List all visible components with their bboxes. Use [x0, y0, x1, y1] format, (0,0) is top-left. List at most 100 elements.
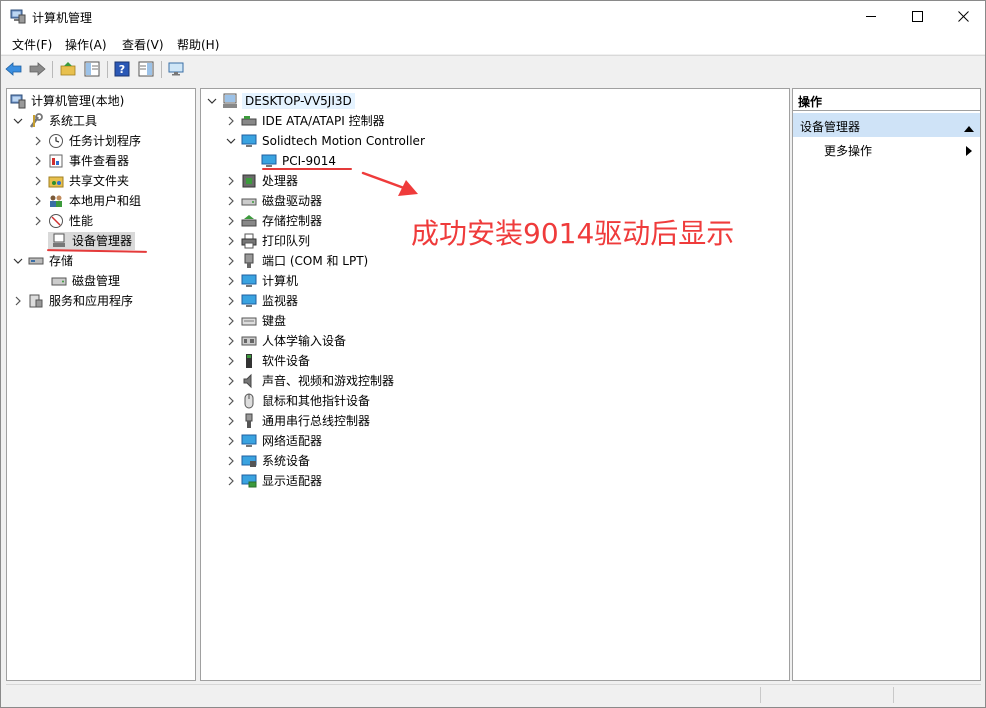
- device-category-disk-drives[interactable]: 磁盘驱动器: [226, 191, 322, 211]
- device-category-software[interactable]: 软件设备: [226, 351, 310, 371]
- chevron-right-icon[interactable]: [33, 156, 43, 166]
- svg-text:?: ?: [119, 63, 125, 76]
- tree-item-system-tools[interactable]: 系统工具: [13, 111, 97, 131]
- chevron-right-icon[interactable]: [226, 356, 236, 366]
- device-category-storage-controllers[interactable]: 存储控制器: [226, 211, 322, 231]
- device-category-usb[interactable]: 通用串行总线控制器: [226, 411, 370, 431]
- maximize-button[interactable]: [894, 1, 940, 32]
- chevron-right-icon[interactable]: [226, 436, 236, 446]
- chevron-right-icon[interactable]: [226, 296, 236, 306]
- chevron-right-icon[interactable]: [33, 216, 43, 226]
- back-arrow-icon[interactable]: [5, 60, 23, 78]
- toolbar-separator: [52, 61, 53, 78]
- forward-arrow-icon[interactable]: [28, 60, 46, 78]
- annotation-arrow-icon: [361, 171, 418, 196]
- device-root[interactable]: DESKTOP-VV5JI3D: [207, 91, 355, 111]
- toolbar-separator: [107, 61, 108, 78]
- chevron-right-icon[interactable]: [226, 316, 236, 326]
- menu-help[interactable]: 帮助(H): [177, 36, 219, 53]
- collapse-up-icon[interactable]: [964, 121, 974, 135]
- device-category-mice[interactable]: 鼠标和其他指针设备: [226, 391, 370, 411]
- close-button[interactable]: [940, 1, 986, 32]
- chevron-right-icon[interactable]: [226, 476, 236, 486]
- menu-view[interactable]: 查看(V): [122, 36, 164, 53]
- annotation-text: 成功安装9014驱动后显示: [411, 217, 735, 250]
- tree-item-root[interactable]: 计算机管理(本地): [10, 91, 124, 111]
- network-adapter-icon: [241, 433, 257, 449]
- device-category-display[interactable]: 显示适配器: [226, 471, 322, 491]
- toolbar: ?: [1, 55, 985, 82]
- help-icon[interactable]: ?: [113, 60, 131, 78]
- device-category-hid[interactable]: 人体学输入设备: [226, 331, 346, 351]
- tree-item-local-users[interactable]: 本地用户和组: [33, 191, 141, 211]
- controller-monitor-icon: [241, 133, 257, 149]
- chevron-right-icon[interactable]: [226, 256, 236, 266]
- chevron-right-icon[interactable]: [226, 456, 236, 466]
- chevron-right-icon[interactable]: [226, 236, 236, 246]
- menu-action[interactable]: 操作(A): [65, 36, 107, 53]
- processor-icon: [241, 173, 257, 189]
- minimize-button[interactable]: [848, 1, 894, 32]
- chevron-right-icon[interactable]: [226, 376, 236, 386]
- device-category-network[interactable]: 网络适配器: [226, 431, 322, 451]
- submenu-arrow-icon[interactable]: [966, 145, 972, 159]
- chevron-down-icon[interactable]: [207, 96, 217, 106]
- monitor-icon[interactable]: [167, 60, 185, 78]
- device-category-sound[interactable]: 声音、视频和游戏控制器: [226, 371, 394, 391]
- computer-icon: [222, 93, 238, 109]
- more-actions-item[interactable]: 更多操作: [824, 142, 872, 159]
- title-bar[interactable]: 计算机管理: [1, 1, 985, 32]
- device-category-computer[interactable]: 计算机: [226, 271, 298, 291]
- chevron-down-icon[interactable]: [13, 116, 23, 126]
- device-category-system[interactable]: 系统设备: [226, 451, 310, 471]
- chevron-right-icon[interactable]: [13, 296, 23, 306]
- chevron-right-icon[interactable]: [226, 336, 236, 346]
- status-bar-divider: [893, 687, 894, 703]
- tree-item-storage[interactable]: 存储: [13, 251, 73, 271]
- device-category-monitors[interactable]: 监视器: [226, 291, 298, 311]
- tree-item-disk-management[interactable]: 磁盘管理: [48, 271, 120, 291]
- chevron-right-icon[interactable]: [33, 136, 43, 146]
- show-hide-action-pane-icon[interactable]: [137, 60, 155, 78]
- chevron-down-icon[interactable]: [226, 136, 236, 146]
- device-category-ide[interactable]: IDE ATA/ATAPI 控制器: [226, 111, 385, 131]
- speaker-icon: [241, 373, 257, 389]
- storage-icon: [28, 253, 44, 269]
- usb-icon: [241, 413, 257, 429]
- chevron-right-icon[interactable]: [226, 416, 236, 426]
- shared-folder-icon: [48, 173, 64, 189]
- actions-section-device-manager[interactable]: 设备管理器: [793, 113, 980, 137]
- device-category-print-queue[interactable]: 打印队列: [226, 231, 310, 251]
- device-category-ports[interactable]: 端口 (COM 和 LPT): [226, 251, 368, 271]
- up-folder-icon[interactable]: [59, 60, 77, 78]
- chevron-right-icon[interactable]: [33, 196, 43, 206]
- tree-item-task-scheduler[interactable]: 任务计划程序: [33, 131, 141, 151]
- chevron-right-icon[interactable]: [226, 276, 236, 286]
- device-category-keyboard[interactable]: 键盘: [226, 311, 286, 331]
- tree-item-performance[interactable]: 性能: [33, 211, 93, 231]
- chevron-right-icon[interactable]: [226, 116, 236, 126]
- tree-item-event-viewer[interactable]: 事件查看器: [33, 151, 129, 171]
- computer-management-window: 计算机管理 文件(F) 操作(A) 查看(V) 帮助(H) ? 计算机管理(本地…: [0, 0, 986, 708]
- tree-item-device-manager-highlight: 设备管理器: [48, 232, 136, 250]
- chevron-down-icon[interactable]: [13, 256, 23, 266]
- show-hide-tree-icon[interactable]: [83, 60, 101, 78]
- chevron-right-icon[interactable]: [33, 176, 43, 186]
- device-category-processor[interactable]: 处理器: [226, 171, 298, 191]
- chevron-right-icon[interactable]: [226, 196, 236, 206]
- tree-item-services-apps[interactable]: 服务和应用程序: [13, 291, 133, 311]
- monitor-icon: [241, 293, 257, 309]
- menu-file[interactable]: 文件(F): [12, 36, 52, 53]
- device-category-solidtech[interactable]: Solidtech Motion Controller: [226, 131, 425, 151]
- device-tree-pane[interactable]: DESKTOP-VV5JI3D IDE ATA/ATAPI 控制器 Solidt…: [200, 88, 790, 681]
- chevron-right-icon[interactable]: [226, 176, 236, 186]
- chevron-right-icon[interactable]: [226, 396, 236, 406]
- chevron-right-icon[interactable]: [226, 216, 236, 226]
- tree-item-shared-folders[interactable]: 共享文件夹: [33, 171, 129, 191]
- clock-icon: [48, 133, 64, 149]
- display-adapter-icon: [241, 473, 257, 489]
- device-manager-icon: [51, 233, 67, 249]
- tree-item-device-manager[interactable]: 设备管理器: [48, 231, 136, 251]
- navigation-tree-pane[interactable]: 计算机管理(本地) 系统工具 任务计划程序 事件查看器 共享文件夹 本地用户和组…: [6, 88, 196, 681]
- toolbar-separator: [161, 61, 162, 78]
